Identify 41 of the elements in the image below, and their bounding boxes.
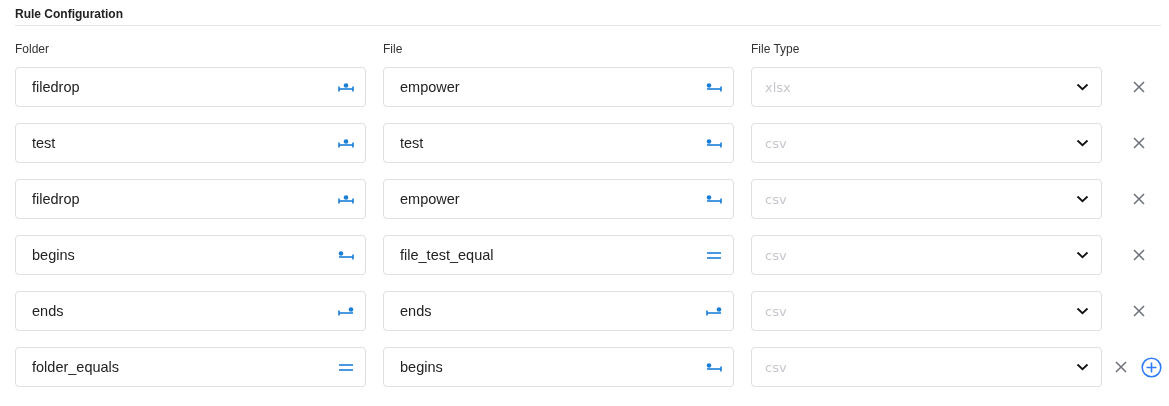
text-field[interactable]: file_test_equal	[383, 235, 734, 275]
dot-right-bar-icon[interactable]	[706, 305, 722, 317]
text-field[interactable]: ends	[383, 291, 734, 331]
chevron-down-icon	[1076, 139, 1089, 147]
column-label: File	[383, 42, 403, 56]
text-field[interactable]: filedrop	[15, 179, 366, 219]
chevron-down-icon	[1076, 195, 1089, 203]
section-title: Rule Configuration	[15, 7, 123, 21]
text-field[interactable]: empower	[383, 179, 734, 219]
column-label: Folder	[15, 42, 49, 56]
dot-center-bar-icon[interactable]	[338, 137, 354, 149]
text-field[interactable]: empower	[383, 67, 734, 107]
close-icon[interactable]	[1133, 137, 1145, 149]
dot-right-bar-icon[interactable]	[338, 305, 354, 317]
dot-center-bar-icon[interactable]	[338, 193, 354, 205]
equals-icon[interactable]	[706, 249, 722, 261]
equals-icon[interactable]	[338, 361, 354, 373]
chevron-down-icon	[1076, 307, 1089, 315]
text-field[interactable]: filedrop	[15, 67, 366, 107]
text-field[interactable]: folder_equals	[15, 347, 366, 387]
dot-left-bar-icon[interactable]	[706, 81, 722, 93]
close-icon[interactable]	[1133, 305, 1145, 317]
add-circle-icon[interactable]	[1141, 356, 1162, 378]
chevron-down-icon	[1076, 363, 1089, 371]
column-label: File Type	[751, 42, 800, 56]
dot-center-bar-icon[interactable]	[338, 81, 354, 93]
text-field[interactable]: test	[15, 123, 366, 163]
text-field[interactable]: test	[383, 123, 734, 163]
dot-left-bar-icon[interactable]	[706, 361, 722, 373]
chevron-down-icon	[1076, 83, 1089, 91]
dot-left-bar-icon[interactable]	[706, 137, 722, 149]
chevron-down-icon	[1076, 251, 1089, 259]
text-field[interactable]: begins	[383, 347, 734, 387]
text-field[interactable]: ends	[15, 291, 366, 331]
close-icon[interactable]	[1133, 81, 1145, 93]
close-icon[interactable]	[1133, 249, 1145, 261]
dot-left-bar-icon[interactable]	[706, 193, 722, 205]
text-field[interactable]: begins	[15, 235, 366, 275]
dot-left-bar-icon[interactable]	[338, 249, 354, 261]
close-icon[interactable]	[1133, 193, 1145, 205]
close-icon[interactable]	[1115, 361, 1127, 373]
